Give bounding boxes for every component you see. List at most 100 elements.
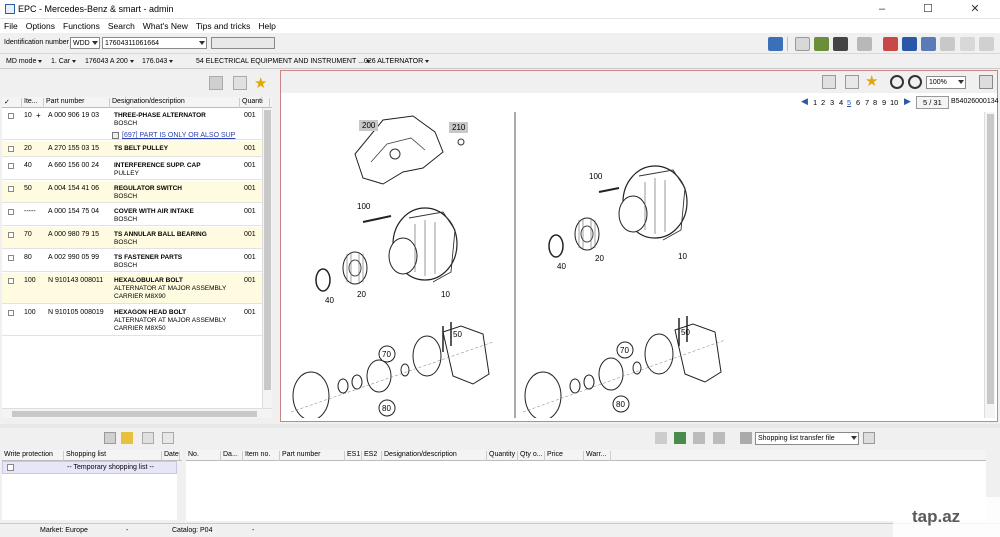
eraser-icon[interactable] (713, 432, 725, 444)
callout-40[interactable]: 40 (325, 296, 334, 305)
row-checkbox[interactable] (8, 310, 14, 316)
close-button[interactable]: ✕ (955, 0, 995, 19)
callout-50-right[interactable]: 50 (681, 328, 690, 337)
table-row[interactable]: 70 A 000 980 79 15 TS ANNULAR BALL BEARI… (2, 227, 262, 249)
table-row[interactable]: 80 A 002 990 05 99 TS FASTENER PARTS BOS… (2, 250, 262, 272)
crumb-group[interactable]: 54 ELECTRICAL EQUIPMENT AND INSTRUMENT .… (196, 58, 370, 65)
menu-whats-new[interactable]: What's New (139, 19, 192, 33)
add-item-icon[interactable] (674, 432, 686, 444)
col-shopping-list[interactable]: Shopping list (64, 451, 162, 461)
table-row[interactable]: 10 + A 000 906 19 03 THREE-PHASE ALTERNA… (2, 108, 262, 140)
transfer-select[interactable]: Shopping list transfer file (755, 432, 859, 445)
parts-horizontal-scrollbar[interactable] (2, 408, 272, 418)
user-icon[interactable] (979, 37, 994, 51)
table-row[interactable]: 20 A 270 155 03 15 TS BELT PULLEY 001 (2, 141, 262, 157)
col-qty-ordered[interactable]: Qty o... (518, 451, 545, 461)
page-link-3[interactable]: 3 (830, 98, 834, 107)
extra-field[interactable] (211, 37, 275, 49)
eraser-icon[interactable] (883, 37, 898, 51)
table-row[interactable]: 50 A 004 154 41 06 REGULATOR SWITCH BOSC… (2, 181, 262, 203)
page-link-current[interactable]: 5 (847, 98, 851, 107)
callout-70[interactable]: 70 (382, 350, 391, 359)
col-part-number[interactable]: Part number (44, 98, 110, 108)
open-folder-icon[interactable] (121, 432, 133, 444)
callout-50[interactable]: 50 (453, 330, 462, 339)
row-checkbox[interactable] (8, 209, 14, 215)
col-item[interactable]: Ite... (22, 98, 44, 108)
callout-100[interactable]: 100 (357, 202, 370, 211)
page-link-2[interactable]: 2 (821, 98, 825, 107)
page-link-9[interactable]: 9 (882, 98, 886, 107)
drawing-vertical-scrollbar[interactable] (984, 112, 995, 418)
prev-page-icon[interactable]: ◀ (801, 96, 808, 107)
printer-icon[interactable] (940, 37, 955, 51)
copy-icon[interactable] (142, 432, 154, 444)
col-designation[interactable]: Designation/description (110, 98, 240, 108)
minimize-button[interactable]: – (862, 0, 902, 19)
scroll-thumb[interactable] (987, 114, 994, 404)
scroll-thumb[interactable] (264, 110, 271, 390)
copy-icon[interactable] (209, 76, 223, 90)
scroll-thumb[interactable] (12, 411, 257, 417)
col-write-protection[interactable]: Write protection (2, 451, 64, 461)
callout-100-right[interactable]: 100 (589, 172, 602, 181)
callout-80-right[interactable]: 80 (616, 400, 625, 409)
zoom-select[interactable]: 100% (926, 76, 966, 89)
callout-20-right[interactable]: 20 (595, 254, 604, 263)
callout-10[interactable]: 10 (441, 290, 450, 299)
search-part-icon[interactable] (655, 432, 667, 444)
paste-icon[interactable] (162, 432, 174, 444)
col-price[interactable]: Price (545, 451, 584, 461)
row-checkbox[interactable] (8, 255, 14, 261)
filmstrip-icon[interactable] (833, 37, 848, 51)
favorite-star-icon[interactable]: ★ (254, 74, 267, 92)
notes-icon[interactable] (822, 75, 836, 89)
crumb-mode[interactable]: MD mode (6, 58, 43, 65)
books-icon[interactable] (921, 37, 936, 51)
col-designation[interactable]: Designation/description (382, 451, 487, 461)
menu-search[interactable]: Search (104, 19, 139, 33)
col-quantity[interactable]: Quanti (240, 98, 270, 108)
notepad-icon[interactable] (795, 37, 810, 51)
menu-functions[interactable]: Functions (59, 19, 104, 33)
callout-40-right[interactable]: 40 (557, 262, 566, 271)
crumb-type[interactable]: 176.043 (142, 58, 174, 65)
col-quantity[interactable]: Quantity (487, 451, 518, 461)
table-row[interactable]: 100 N 910105 008019 HEXAGON HEAD BOLT AL… (2, 305, 262, 336)
callout-70-right[interactable]: 70 (620, 346, 629, 355)
zoom-in-icon[interactable] (890, 75, 904, 89)
table-row[interactable]: ----- A 000 154 75 04 COVER WITH AIR INT… (2, 204, 262, 226)
crumb-subgroup[interactable]: 026 ALTERNATOR (364, 58, 430, 65)
copy-icon[interactable] (845, 75, 859, 89)
page-link-8[interactable]: 8 (873, 98, 877, 107)
zoom-out-icon[interactable] (908, 75, 922, 89)
print-icon[interactable] (857, 37, 872, 51)
row-checkbox[interactable] (8, 278, 14, 284)
tools-icon[interactable] (814, 37, 829, 51)
callout-80[interactable]: 80 (382, 404, 391, 413)
info-icon[interactable] (902, 37, 917, 51)
page-link-1[interactable]: 1 (813, 98, 817, 107)
callout-200[interactable]: 200 (359, 120, 379, 131)
menu-help[interactable]: Help (254, 19, 279, 33)
col-es1[interactable]: ES1 (345, 451, 362, 461)
delete-item-icon[interactable] (693, 432, 705, 444)
page-link-7[interactable]: 7 (865, 98, 869, 107)
col-warranty[interactable]: Warr... (584, 451, 611, 461)
parts-vertical-scrollbar[interactable] (262, 108, 272, 408)
col-item-no[interactable]: Item no. (243, 451, 280, 461)
col-no[interactable]: No. (186, 451, 221, 461)
mail-icon[interactable] (960, 37, 975, 51)
row-checkbox[interactable] (8, 113, 14, 119)
expand-icon[interactable]: + (36, 111, 41, 120)
callout-10-right[interactable]: 10 (678, 252, 687, 261)
list-item[interactable]: -- Temporary shopping list -- (2, 461, 177, 474)
col-check[interactable]: ✓ (2, 98, 22, 108)
menu-tips[interactable]: Tips and tricks (192, 19, 254, 33)
crumb-car[interactable]: 1. Car (51, 58, 77, 65)
menu-options[interactable]: Options (22, 19, 59, 33)
row-checkbox[interactable] (8, 232, 14, 238)
vin-input[interactable]: 17604311061664 (102, 37, 207, 49)
table-row[interactable]: 40 A 660 156 00 24 INTERFERENCE SUPP. CA… (2, 158, 262, 180)
col-date[interactable]: Date (162, 451, 180, 461)
